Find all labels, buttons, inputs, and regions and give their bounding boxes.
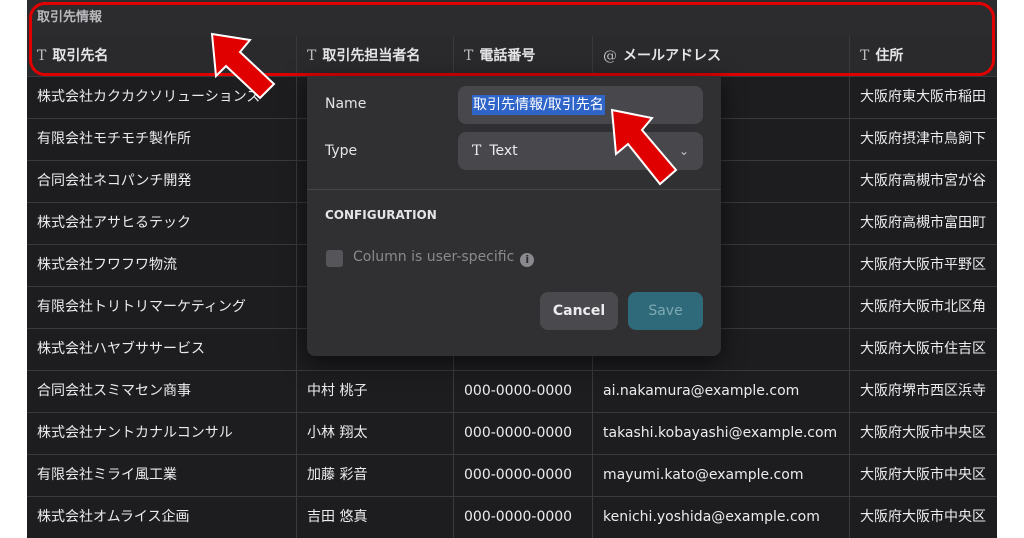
- user-specific-checkbox-label: Column is user-specific i: [353, 249, 535, 267]
- table-cell[interactable]: 大阪府高槻市富田町: [850, 203, 997, 244]
- text-type-icon: T: [307, 48, 317, 64]
- name-label: Name: [325, 96, 367, 112]
- table-cell[interactable]: 大阪府大阪市中央区: [850, 497, 997, 538]
- column-header-label: メールアドレス: [623, 48, 721, 64]
- table-cell[interactable]: 大阪府高槻市宮が谷: [850, 161, 997, 202]
- table-cell[interactable]: 株式会社アサヒるテック: [27, 203, 297, 244]
- table-cell[interactable]: 大阪府大阪市中央区: [850, 455, 997, 496]
- cancel-button[interactable]: Cancel: [540, 292, 618, 330]
- table-cell[interactable]: 大阪府大阪市住吉区: [850, 329, 997, 370]
- column-type-value: Text: [489, 143, 518, 159]
- table-cell[interactable]: 大阪府大阪市中央区: [850, 413, 997, 454]
- table-cell[interactable]: 合同会社ネコパンチ開発: [27, 161, 297, 202]
- table-cell[interactable]: mayumi.kato@example.com: [593, 455, 850, 496]
- table-cell[interactable]: 株式会社オムライス企画: [27, 497, 297, 538]
- table-cell[interactable]: 小林 翔太: [297, 413, 454, 454]
- text-type-icon: T: [860, 48, 870, 64]
- table-row[interactable]: 有限会社ミライ風工業 加藤 彩音 000-0000-0000 mayumi.kato@…: [27, 454, 997, 496]
- column-header-row: T 取引先名 T 取引先担当者名 T 電話番号 @ メールアドレス T 住所: [27, 36, 997, 76]
- table-cell[interactable]: 大阪府摂津市鳥飼下: [850, 119, 997, 160]
- at-sign-icon: @: [603, 48, 617, 64]
- text-type-icon: T: [464, 48, 474, 64]
- user-specific-checkbox[interactable]: [326, 250, 343, 267]
- save-button[interactable]: Save: [628, 292, 703, 330]
- table-cell[interactable]: 吉田 悠真: [297, 497, 454, 538]
- column-header-label: 取引先担当者名: [322, 48, 421, 64]
- column-type-select[interactable]: T Text ⌄: [458, 132, 703, 170]
- column-header-label: 電話番号: [479, 48, 536, 64]
- column-group-header[interactable]: 取引先情報: [27, 0, 997, 36]
- dialog-divider: [307, 189, 721, 190]
- table-row[interactable]: 株式会社ナントカナルコンサル 小林 翔太 000-0000-0000 takashi.…: [27, 412, 997, 454]
- table-cell[interactable]: 大阪府堺市西区浜寺: [850, 371, 997, 412]
- column-header-address[interactable]: T 住所: [850, 36, 997, 76]
- table-cell[interactable]: ai.nakamura@example.com: [593, 371, 850, 412]
- table-cell[interactable]: kenichi.yoshida@example.com: [593, 497, 850, 538]
- column-header-contact[interactable]: T 取引先担当者名: [297, 36, 454, 76]
- table-cell[interactable]: 株式会社フワフワ物流: [27, 245, 297, 286]
- table-cell[interactable]: 大阪府大阪市平野区: [850, 245, 997, 286]
- table-cell[interactable]: 000-0000-0000: [454, 371, 593, 412]
- column-header-label: 住所: [875, 48, 904, 64]
- column-header-company[interactable]: T 取引先名: [27, 36, 297, 76]
- table-cell[interactable]: 株式会社ナントカナルコンサル: [27, 413, 297, 454]
- column-header-email[interactable]: @ メールアドレス: [593, 36, 850, 76]
- info-icon[interactable]: i: [520, 253, 535, 267]
- text-type-icon: T: [472, 143, 482, 159]
- table-cell[interactable]: 株式会社ハヤブササービス: [27, 329, 297, 370]
- table-cell[interactable]: 中村 桃子: [297, 371, 454, 412]
- column-header-phone[interactable]: T 電話番号: [454, 36, 593, 76]
- column-name-input[interactable]: 取引先情報/取引先名: [458, 86, 703, 124]
- text-type-icon: T: [37, 48, 47, 64]
- table-cell[interactable]: 加藤 彩音: [297, 455, 454, 496]
- table-cell[interactable]: 合同会社スミマセン商事: [27, 371, 297, 412]
- table-cell[interactable]: 000-0000-0000: [454, 497, 593, 538]
- column-name-value: 取引先情報/取引先名: [472, 95, 605, 115]
- table-cell[interactable]: 大阪府東大阪市稲田: [850, 77, 997, 118]
- table-cell[interactable]: 有限会社モチモチ製作所: [27, 119, 297, 160]
- table-row[interactable]: 株式会社オムライス企画 吉田 悠真 000-0000-0000 kenichi.yos…: [27, 496, 997, 538]
- configuration-section-title: CONFIGURATION: [325, 208, 437, 222]
- column-settings-dialog: Name 取引先情報/取引先名 Type T Text ⌄ CONFIGURATI…: [307, 76, 721, 356]
- table-cell[interactable]: takashi.kobayashi@example.com: [593, 413, 850, 454]
- type-label: Type: [325, 143, 358, 159]
- table-cell[interactable]: 有限会社ミライ風工業: [27, 455, 297, 496]
- column-header-label: 取引先名: [52, 48, 109, 64]
- table-cell[interactable]: 株式会社カクカクソリューションズ: [27, 77, 297, 118]
- checkbox-label-text: Column is user-specific: [353, 249, 515, 265]
- table-cell[interactable]: 大阪府大阪市北区角: [850, 287, 997, 328]
- table-cell[interactable]: 有限会社トリトリマーケティング: [27, 287, 297, 328]
- table-row[interactable]: 合同会社スミマセン商事 中村 桃子 000-0000-0000 ai.nakamura…: [27, 370, 997, 412]
- table-cell[interactable]: 000-0000-0000: [454, 455, 593, 496]
- table-cell[interactable]: 000-0000-0000: [454, 413, 593, 454]
- chevron-down-icon: ⌄: [678, 144, 689, 158]
